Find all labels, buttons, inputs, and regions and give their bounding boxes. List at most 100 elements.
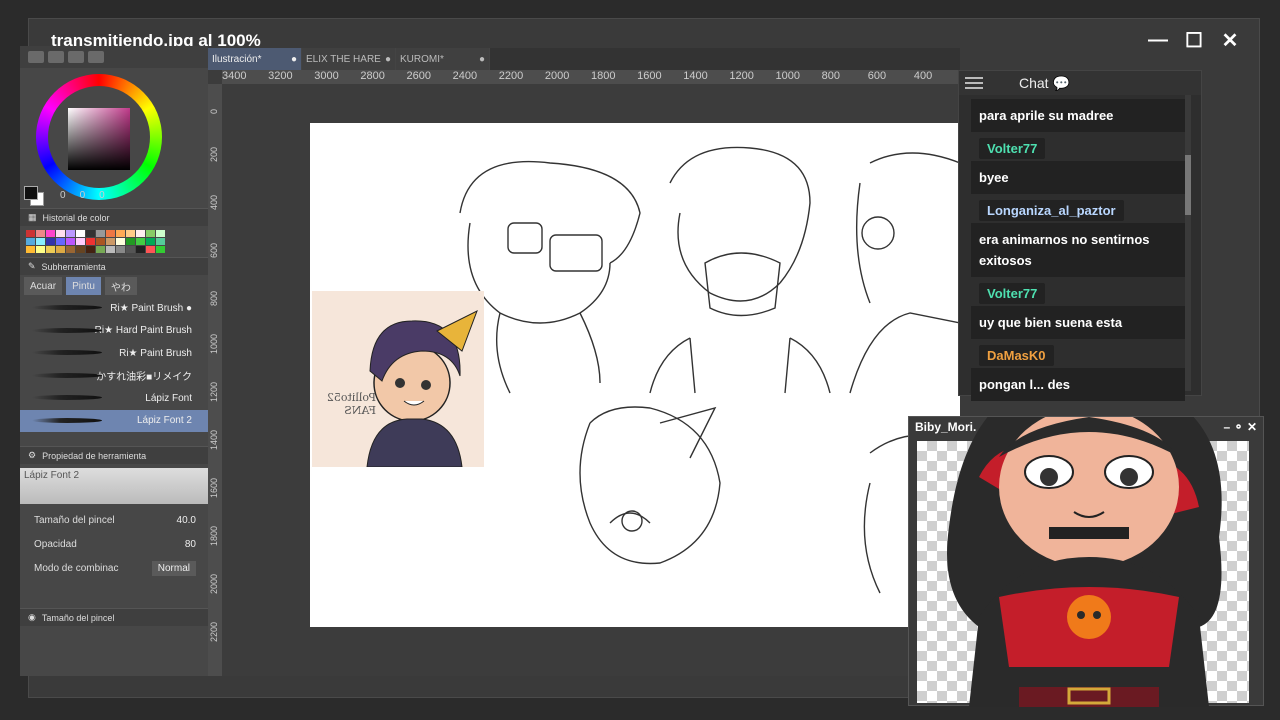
palette-swatch[interactable] (66, 230, 75, 237)
list-item[interactable]: Lápiz Font (20, 387, 208, 410)
close-tab-icon[interactable]: ● (291, 54, 297, 65)
palette-swatch[interactable] (106, 238, 115, 245)
chat-messages: para aprile su madree Volter77 byee Longani… (971, 99, 1185, 401)
palette-swatch[interactable] (46, 238, 55, 245)
palette-swatch[interactable] (156, 230, 165, 237)
foreground-color-swatch[interactable] (24, 186, 38, 200)
palette-swatch[interactable] (86, 238, 95, 245)
minimize-button[interactable]: — (1147, 29, 1169, 51)
blend-mode-select[interactable]: Normal (151, 560, 196, 576)
opacity-row[interactable]: Opacidad 80 (20, 532, 208, 556)
brush-stroke-preview (32, 327, 102, 333)
palette-swatch[interactable] (156, 246, 165, 253)
palette-swatch[interactable] (36, 246, 45, 253)
palette-swatch[interactable] (26, 230, 35, 237)
palette-swatch[interactable] (26, 246, 35, 253)
tab-acuarela[interactable]: Acuar (24, 277, 63, 295)
list-item[interactable]: かすれ油彩■リメイク (20, 365, 208, 388)
palette-swatch[interactable] (156, 238, 165, 245)
tab-pintura[interactable]: Pintu (66, 277, 101, 295)
subtool-header[interactable]: ✎ Subherramienta (20, 257, 208, 275)
palette-swatch[interactable] (146, 230, 155, 237)
palette-swatch[interactable] (106, 246, 115, 253)
ruler-tick-label: 2600 (406, 70, 431, 82)
color-swatches[interactable] (24, 186, 46, 208)
history-icon: ▦ (28, 212, 37, 222)
palette-swatch[interactable] (106, 230, 115, 237)
panel-tab-icon[interactable] (88, 51, 104, 63)
palette-swatch[interactable] (86, 246, 95, 253)
chat-bubble-icon: 💬 (1052, 74, 1070, 91)
palette-swatch[interactable] (46, 230, 55, 237)
panel-tab-icon[interactable] (68, 51, 84, 63)
panel-tab-icon[interactable] (28, 51, 44, 63)
list-item[interactable]: Ri★ Paint Brush ● (20, 297, 208, 320)
ruler-tick-label: 1000 (209, 333, 219, 354)
palette-swatch[interactable] (126, 230, 135, 237)
palette-swatch[interactable] (36, 230, 45, 237)
ruler-tick-label: 200 (209, 146, 219, 162)
color-history-header[interactable]: ▦ Historial de color (20, 208, 208, 226)
close-button[interactable]: ✕ (1219, 29, 1241, 52)
color-wheel-section: 0 0 0 (20, 68, 208, 208)
tool-property-header[interactable]: ⚙ Propiedad de herramienta (20, 446, 208, 464)
palette-swatch[interactable] (136, 230, 145, 237)
palette-swatch[interactable] (96, 230, 105, 237)
chat-scrollbar[interactable] (1185, 95, 1191, 391)
palette-swatch[interactable] (46, 246, 55, 253)
palette-swatch[interactable] (146, 246, 155, 253)
tab-kuromi[interactable]: KUROMI* ● (396, 48, 490, 70)
palette-swatch[interactable] (136, 238, 145, 245)
brush-size-row[interactable]: Tamaño del pincel 40.0 (20, 508, 208, 532)
opacity-value[interactable]: 80 (185, 539, 196, 550)
palette-swatch[interactable] (66, 238, 75, 245)
palette-swatch[interactable] (86, 230, 95, 237)
palette-swatch[interactable] (116, 246, 125, 253)
blend-mode-row[interactable]: Modo de combinac Normal (20, 556, 208, 580)
ruler-tick-label: 1200 (209, 381, 219, 402)
palette-swatch[interactable] (136, 246, 145, 253)
maximize-button[interactable]: ☐ (1183, 29, 1205, 52)
palette-swatch[interactable] (26, 238, 35, 245)
brush-size-value[interactable]: 40.0 (177, 515, 196, 526)
palette-swatch[interactable] (76, 246, 85, 253)
ruler-tick-label: 2200 (209, 621, 219, 642)
tab-suave[interactable]: やわ (104, 277, 137, 295)
palette-swatch[interactable] (146, 238, 155, 245)
brush-size-header[interactable]: ◉ Tamaño del pincel (20, 608, 208, 626)
ruler-tick-label: 1400 (683, 70, 708, 82)
color-history-palette[interactable] (20, 226, 208, 257)
palette-swatch[interactable] (56, 246, 65, 253)
list-item[interactable]: Ri★ Hard Paint Brush (20, 320, 208, 343)
chat-username: Longaniza_al_paztor (979, 200, 1124, 221)
palette-swatch[interactable] (96, 246, 105, 253)
palette-swatch[interactable] (96, 238, 105, 245)
chat-username: Volter77 (979, 138, 1046, 159)
tab-ilustracion[interactable]: Ilustración* ● (208, 48, 302, 70)
palette-swatch[interactable] (126, 238, 135, 245)
palette-swatch[interactable] (56, 230, 65, 237)
close-tab-icon[interactable]: ● (385, 54, 391, 65)
subtool-tabs: Acuar Pintu やわ (20, 275, 208, 297)
ruler-tick-label: 3200 (268, 70, 293, 82)
tab-elix-the-hare[interactable]: ELIX THE HARE ● (302, 48, 396, 70)
palette-swatch[interactable] (76, 238, 85, 245)
palette-swatch[interactable] (126, 246, 135, 253)
scrollbar-thumb[interactable] (1185, 155, 1191, 215)
palette-swatch[interactable] (66, 246, 75, 253)
ruler-tick-label: 600 (209, 242, 219, 258)
menu-icon[interactable] (965, 77, 983, 89)
palette-swatch[interactable] (76, 230, 85, 237)
close-tab-icon[interactable]: ● (479, 54, 485, 65)
palette-swatch[interactable] (116, 238, 125, 245)
ruler-tick-label: 800 (821, 70, 840, 82)
palette-swatch[interactable] (116, 230, 125, 237)
ruler-horizontal: 3400 3200 3000 2800 2600 2400 2200 2000 1800 1600… (222, 70, 960, 84)
saturation-value-square[interactable] (68, 108, 130, 170)
panel-tab-icon[interactable] (48, 51, 64, 63)
drawing-canvas[interactable]: Pollito52 FANS (310, 123, 960, 627)
list-item[interactable]: Ri★ Paint Brush (20, 342, 208, 365)
palette-swatch[interactable] (36, 238, 45, 245)
list-item[interactable]: Lápiz Font 2 (20, 409, 208, 432)
palette-swatch[interactable] (56, 238, 65, 245)
